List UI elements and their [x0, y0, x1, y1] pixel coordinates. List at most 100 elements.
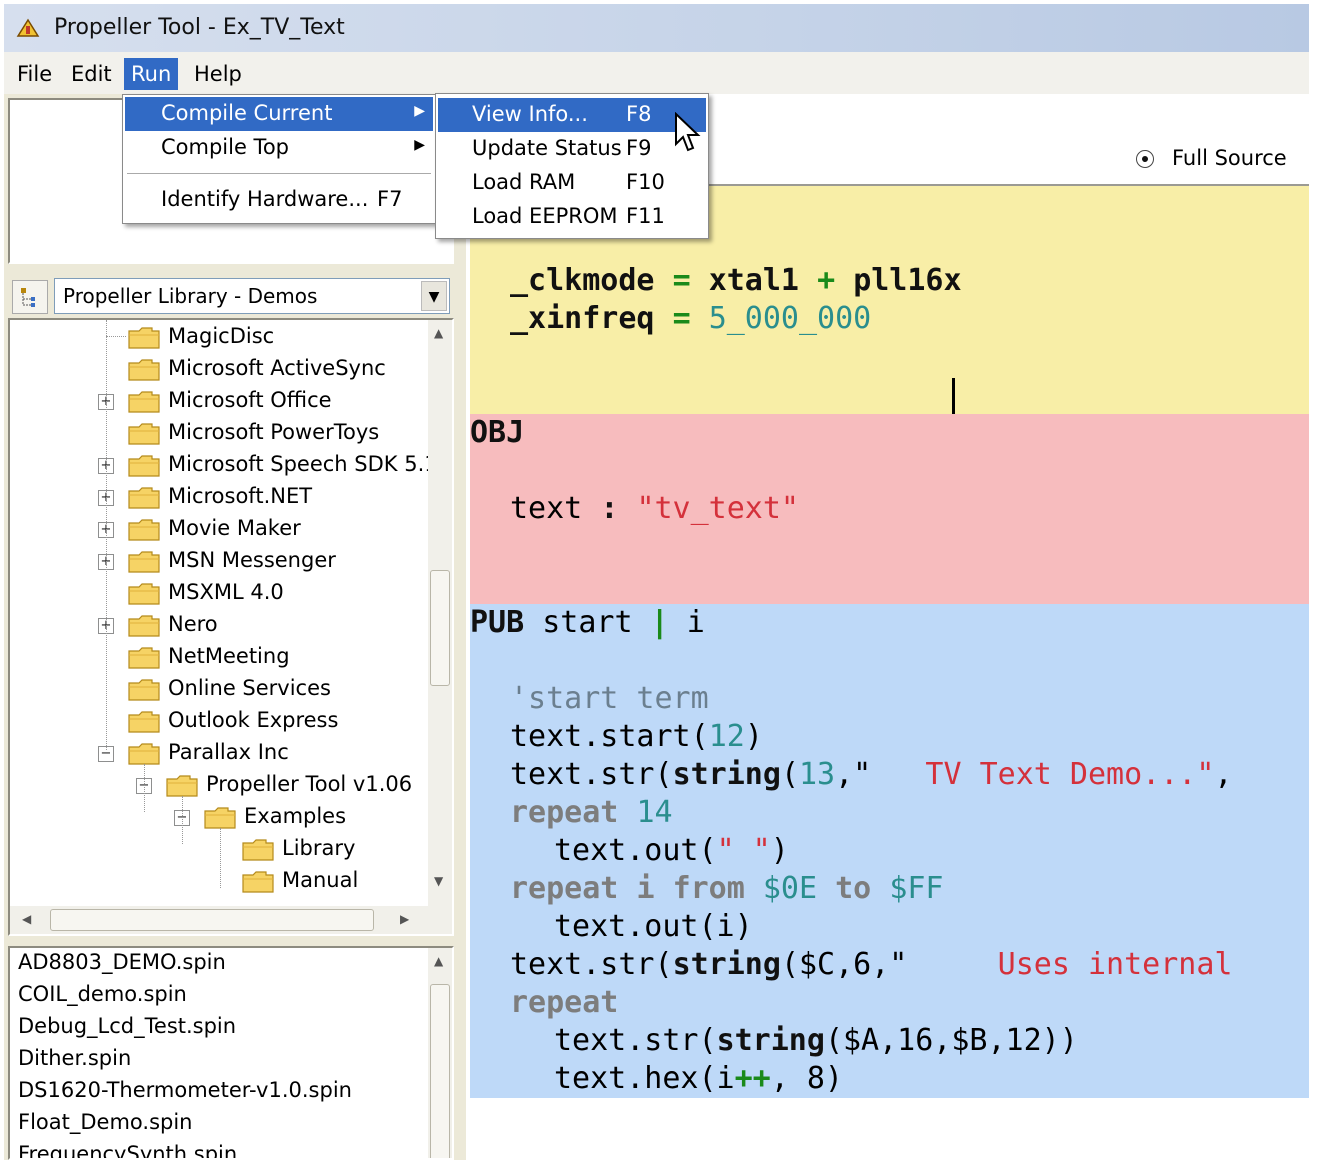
tree-item[interactable]: − Parallax Inc: [10, 738, 430, 770]
code-token: _clkmode: [510, 263, 655, 298]
tree-item-label: MSXML 4.0: [168, 580, 284, 604]
tree-item-label: Library: [282, 836, 356, 860]
menu-bar: File Edit Run Help: [4, 52, 1309, 94]
menu-file[interactable]: File: [10, 58, 59, 90]
pub-section[interactable]: PUB start | i 'start term text.start(12)…: [470, 604, 1309, 1098]
submenu-item[interactable]: Load RAM F10: [438, 166, 706, 200]
code-token: Uses internal: [907, 947, 1233, 982]
tree-item-label: Online Services: [168, 676, 331, 700]
tree-item[interactable]: + Nero: [10, 610, 430, 642]
tree-item-label: Microsoft.NET: [168, 484, 313, 508]
submenu-item-shortcut: F11: [626, 204, 665, 228]
code-token: xtal1: [708, 263, 799, 298]
obj-section[interactable]: OBJ text : "tv_text": [470, 414, 1309, 604]
tree-item-label: NetMeeting: [168, 644, 290, 668]
code-token: :: [600, 491, 619, 526]
tree-vertical-scrollbar[interactable]: ▲ ▼: [428, 320, 452, 934]
tree-item[interactable]: MSXML 4.0: [10, 578, 430, 610]
tree-item[interactable]: + Microsoft Speech SDK 5.1: [10, 450, 438, 482]
run-menu: Compile Current ▶ Compile Top ▶ Identify…: [122, 94, 436, 224]
editor-pane[interactable]: Full Source _clkmode = xtal1 + pll16x _x…: [466, 94, 1309, 1160]
code-token: " ": [716, 833, 771, 868]
library-bar: Propeller Library - Demos ▼: [8, 276, 454, 316]
code-line-1: text.start(12): [510, 718, 763, 756]
code-token: text.str(: [554, 1023, 717, 1058]
code-token: 5_000_000: [708, 301, 872, 336]
code-token: ($C,6,": [780, 947, 908, 982]
tree-item[interactable]: NetMeeting: [10, 642, 430, 674]
title-bar: Propeller Tool - Ex_TV_Text: [4, 4, 1309, 52]
submenu-item-label: Update Status: [472, 136, 622, 160]
tree-item[interactable]: Microsoft ActiveSync: [10, 354, 430, 386]
code-token: |: [650, 605, 669, 640]
menu-separator: [127, 173, 431, 174]
tree-item-label: Microsoft PowerToys: [168, 420, 380, 444]
tree-view-button[interactable]: [12, 280, 48, 314]
file-list-item[interactable]: DS1620-Thermometer-v1.0.spin: [18, 1078, 352, 1110]
tree-item-label: Examples: [244, 804, 347, 828]
folder-tree[interactable]: MagicDisc Microsoft ActiveSync + Microsoft …: [8, 318, 454, 936]
tree-item[interactable]: MagicDisc: [10, 322, 430, 354]
code-line-8: repeat: [510, 984, 618, 1022]
menu-run[interactable]: Run: [124, 58, 179, 90]
code-token: , 8): [770, 1061, 843, 1096]
code-token: string: [716, 1023, 825, 1058]
tree-hscroll-thumb[interactable]: [50, 909, 374, 931]
file-list[interactable]: AD8803_DEMO.spin COIL_demo.spin Debug_Lcd_…: [8, 946, 454, 1160]
tree-item[interactable]: + Microsoft.NET: [10, 482, 430, 514]
menu-item-identify-hardware[interactable]: Identify Hardware... F7: [125, 183, 433, 217]
tree-item[interactable]: + MSN Messenger: [10, 546, 430, 578]
left-panel: Propeller Library - Demos ▼ MagicDisc Mic…: [4, 94, 466, 1160]
folder-icon: [128, 583, 160, 605]
file-list-scrollbar[interactable]: ▲: [428, 948, 452, 1158]
file-list-item[interactable]: COIL_demo.spin: [18, 982, 187, 1014]
menu-help[interactable]: Help: [187, 58, 249, 90]
menu-item-compile-top[interactable]: Compile Top ▶: [125, 131, 433, 165]
folder-icon: [128, 487, 160, 509]
tree-scroll-thumb[interactable]: [430, 570, 450, 686]
library-select-value: Propeller Library - Demos: [63, 284, 318, 308]
pub-header: PUB start | i: [470, 604, 705, 642]
radio-selected-icon[interactable]: [1136, 150, 1154, 168]
file-list-item[interactable]: FrequencySynth.spin: [18, 1142, 237, 1158]
code-line-xinfreq: _xinfreq = 5_000_000: [510, 300, 871, 338]
tree-item[interactable]: Microsoft PowerToys: [10, 418, 430, 450]
scroll-up-icon[interactable]: ▲: [434, 954, 443, 968]
tree-guide-line: [144, 764, 145, 812]
scroll-left-icon[interactable]: ◀: [22, 912, 31, 926]
submenu-item[interactable]: View Info... F8: [438, 98, 706, 132]
folder-icon: [128, 615, 160, 637]
tree-item[interactable]: Online Services: [10, 674, 430, 706]
folder-icon: [128, 551, 160, 573]
tree-item[interactable]: + Microsoft Office: [10, 386, 430, 418]
file-list-item[interactable]: AD8803_DEMO.spin: [18, 950, 226, 982]
tree-guide-line: [220, 828, 221, 888]
submenu-item[interactable]: Load EEPROM F11: [438, 200, 706, 234]
mouse-pointer-icon: [675, 112, 701, 152]
file-list-scroll-thumb[interactable]: [430, 984, 450, 1158]
file-list-item[interactable]: Debug_Lcd_Test.spin: [18, 1014, 236, 1046]
submenu-item-label: Load RAM: [472, 170, 576, 194]
tree-item[interactable]: − Propeller Tool v1.06: [10, 770, 430, 802]
file-list-item[interactable]: Float_Demo.spin: [18, 1110, 192, 1142]
tree-icon: [21, 288, 35, 307]
code-token: 13: [799, 757, 836, 792]
scroll-down-icon[interactable]: ▼: [434, 874, 443, 888]
folder-icon: [128, 359, 160, 381]
file-list-item[interactable]: Dither.spin: [18, 1046, 131, 1078]
tree-horizontal-scrollbar[interactable]: ◀ ▶: [10, 906, 430, 934]
folder-icon: [128, 711, 160, 733]
code-token: =: [672, 301, 691, 336]
code-token: $FF: [889, 871, 944, 906]
folder-icon: [204, 807, 236, 829]
menu-item-compile-current[interactable]: Compile Current ▶: [125, 97, 433, 131]
code-token: start: [542, 605, 633, 640]
menu-edit[interactable]: Edit: [64, 58, 119, 90]
chevron-down-icon[interactable]: ▼: [421, 281, 447, 311]
scroll-right-icon[interactable]: ▶: [400, 912, 409, 926]
tree-item[interactable]: + Movie Maker: [10, 514, 430, 546]
submenu-item[interactable]: Update Status F9: [438, 132, 706, 166]
library-select[interactable]: Propeller Library - Demos ▼: [54, 278, 450, 314]
scroll-up-icon[interactable]: ▲: [434, 326, 443, 340]
tree-item[interactable]: Outlook Express: [10, 706, 430, 738]
